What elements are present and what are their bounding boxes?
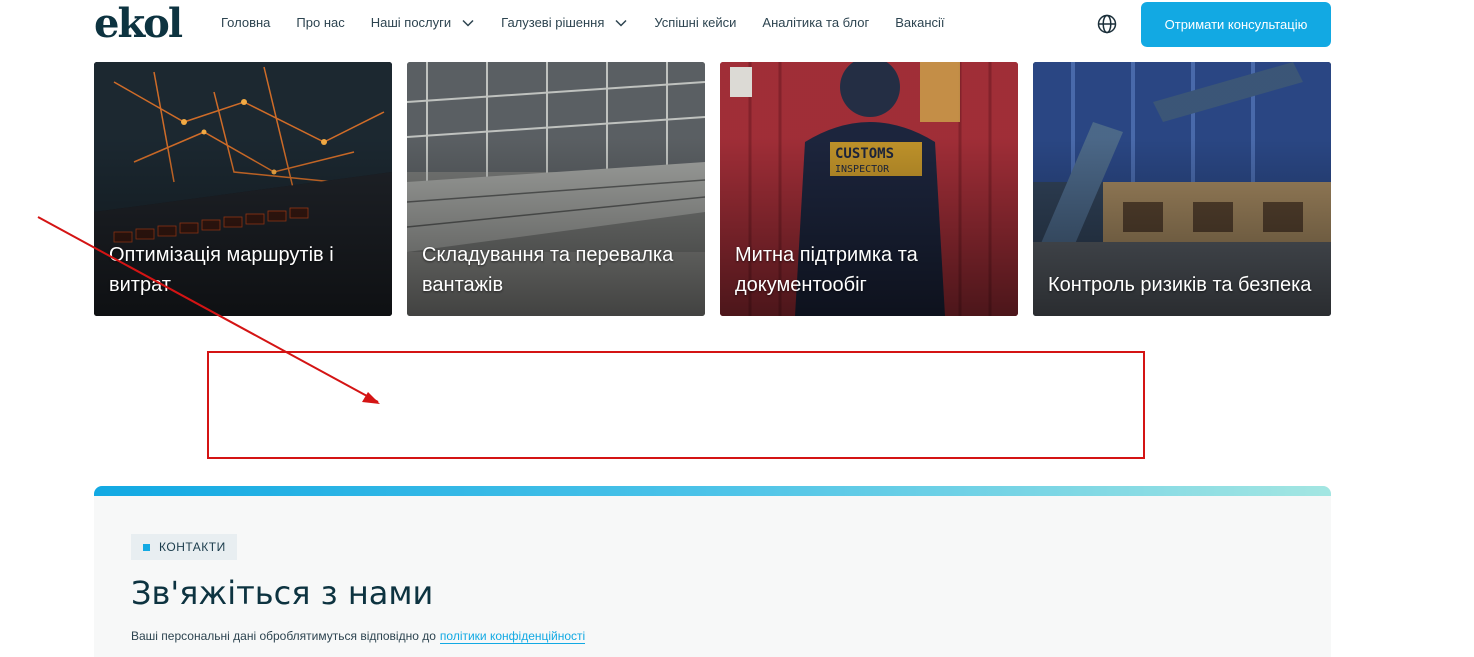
annotation-box — [207, 351, 1145, 459]
nav-home-label: Головна — [221, 15, 271, 30]
nav-services[interactable]: Наші послуги — [371, 15, 475, 30]
nav-blog[interactable]: Аналітика та блог — [762, 15, 869, 30]
nav-industry-label: Галузеві рішення — [501, 15, 605, 30]
card-route-optimization[interactable]: Оптимізація маршрутів і витрат — [94, 62, 392, 316]
chevron-down-icon — [615, 19, 627, 27]
nav-cases-label: Успішні кейси — [654, 15, 737, 30]
nav-blog-label: Аналітика та блог — [762, 15, 870, 30]
contacts-heading: Зв'яжіться з нами — [131, 574, 434, 612]
card-warehousing[interactable]: Складування та перевалка вантажів — [407, 62, 705, 316]
privacy-note: Ваші персональні дані оброблятимуться ві… — [131, 629, 586, 644]
main-nav: Головна Про нас Наші послуги Галузеві рі… — [221, 15, 971, 30]
card-title: Контроль ризиків та безпека — [1048, 274, 1312, 296]
chevron-down-icon — [462, 19, 474, 27]
privacy-note-text: Ваші персональні дані оброблятимуться ві… — [131, 629, 436, 643]
globe-icon[interactable] — [1096, 13, 1118, 35]
nav-home[interactable]: Головна — [221, 15, 270, 30]
ekol-logo[interactable]: ekol — [94, 2, 183, 46]
site-header: ekol Головна Про нас Наші послуги Галузе… — [0, 0, 1474, 52]
privacy-policy-link[interactable]: політики конфіденційності — [439, 629, 586, 644]
square-icon — [143, 544, 150, 551]
contacts-badge: КОНТАКТИ — [131, 534, 237, 560]
get-consultation-button[interactable]: Отримати консультацію — [1141, 2, 1331, 47]
contacts-badge-label: КОНТАКТИ — [159, 540, 226, 554]
nav-vacancies[interactable]: Вакансії — [895, 15, 944, 30]
nav-industry-solutions[interactable]: Галузеві рішення — [501, 15, 628, 30]
nav-about-label: Про нас — [296, 15, 345, 30]
card-title: Складування та перевалка вантажів — [422, 244, 674, 296]
card-title: Митна підтримка та документообіг — [735, 244, 918, 296]
nav-vacancies-label: Вакансії — [895, 15, 945, 30]
nav-services-label: Наші послуги — [370, 15, 452, 30]
card-title: Оптимізація маршрутів і витрат — [109, 244, 334, 296]
nav-about[interactable]: Про нас — [296, 15, 344, 30]
card-customs[interactable]: CUSTOMS INSPECTOR Митна підтримка та док… — [720, 62, 1018, 316]
gradient-bar — [94, 486, 1331, 496]
nav-cases[interactable]: Успішні кейси — [654, 15, 736, 30]
card-risk-control[interactable]: Контроль ризиків та безпека — [1033, 62, 1331, 316]
contacts-section: КОНТАКТИ Зв'яжіться з нами Ваші персонал… — [94, 486, 1331, 657]
